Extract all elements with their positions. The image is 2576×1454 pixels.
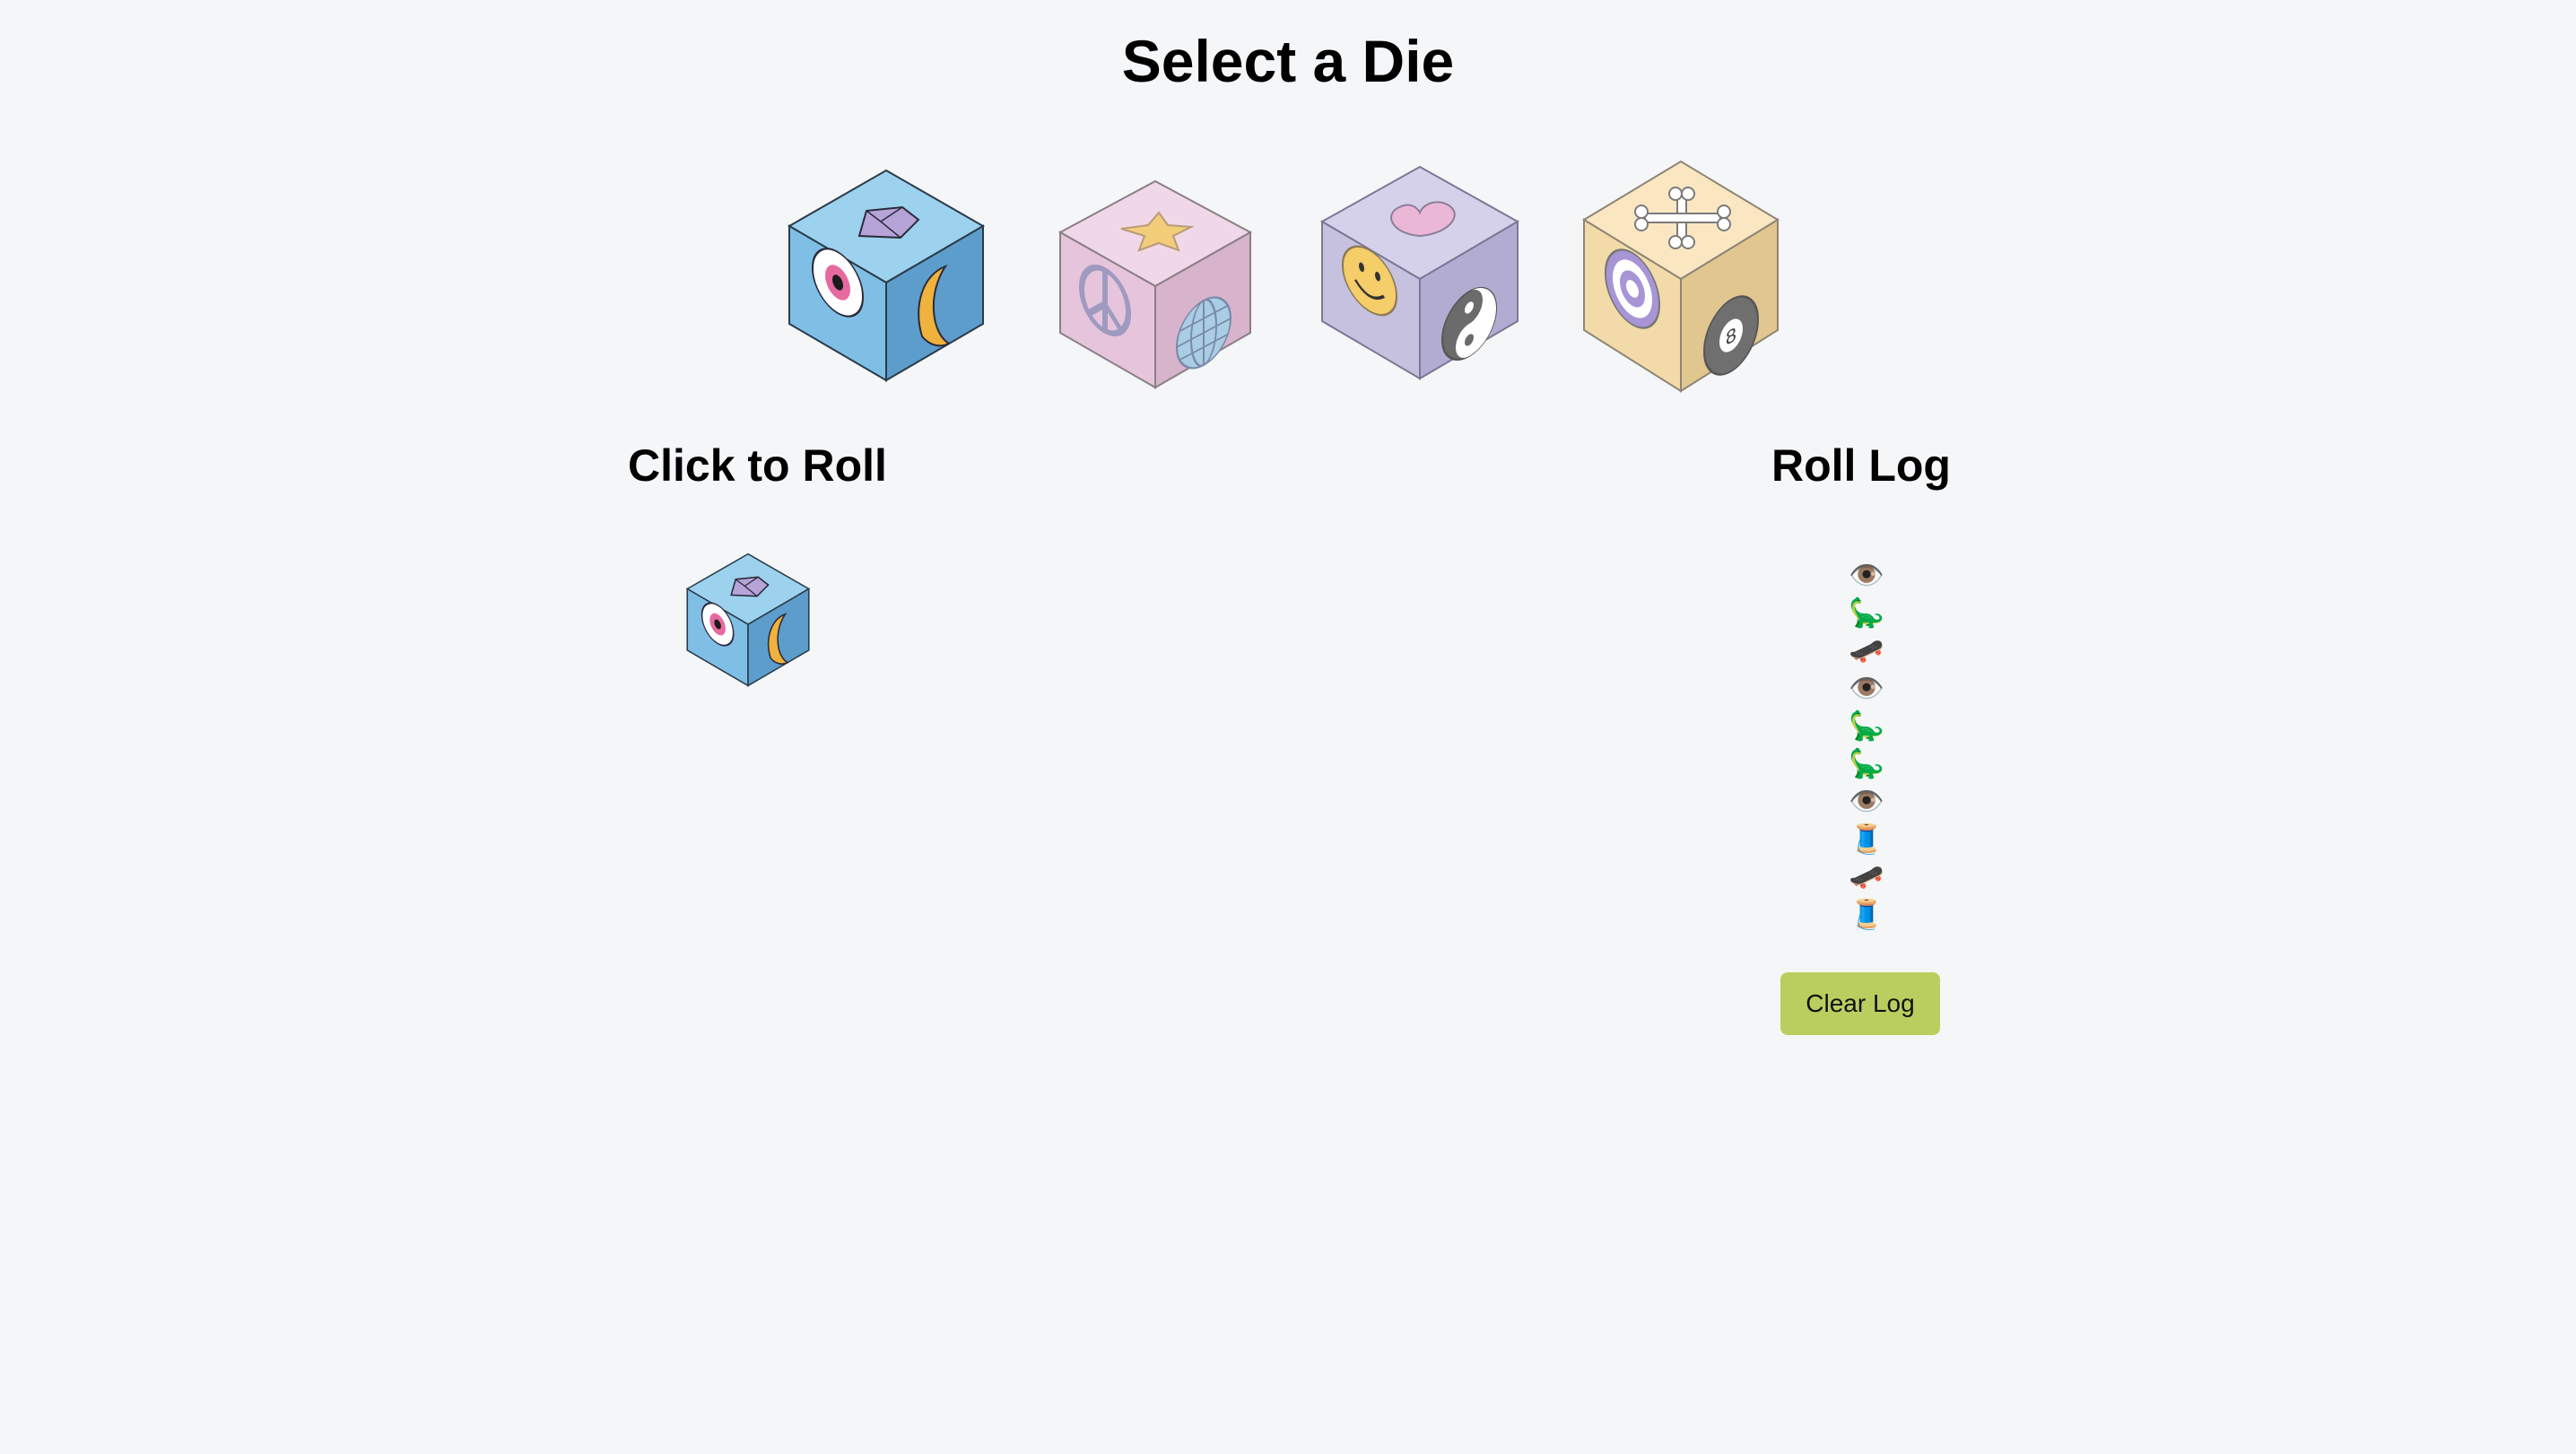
log-entry: 👁️ [1849, 559, 1884, 591]
roll-log-list: 👁️ 🦕 🛹 👁️ 🦕 🦕 👁️ 🧵 🛹 🧵 [1826, 556, 1907, 933]
roll-die-button[interactable] [685, 549, 811, 695]
log-entry: 🦕 [1849, 596, 1884, 629]
log-entry: 🦕 [1849, 710, 1884, 742]
die-option-lavender[interactable] [1320, 164, 1519, 381]
dice-roller-page: Select a Die 8 Click to Roll Roll Log 👁️… [0, 0, 2576, 1454]
log-entry: 🛹 [1849, 860, 1884, 892]
log-entry: 👁️ [1849, 672, 1884, 704]
roll-section-title: Click to Roll [628, 440, 887, 491]
log-section-title: Roll Log [1771, 440, 1951, 491]
die-option-pink[interactable] [1058, 178, 1252, 390]
page-title: Select a Die [1121, 28, 1455, 94]
log-entry: 🦕 [1849, 747, 1884, 779]
clear-log-button[interactable]: Clear Log [1780, 972, 1940, 1035]
log-entry: 👁️ [1849, 785, 1884, 817]
log-entry: 🛹 [1849, 634, 1884, 666]
die-selector: 8 [0, 157, 2576, 408]
log-entry: 🧵 [1849, 823, 1884, 855]
die-option-cream[interactable]: 8 [1582, 160, 1780, 395]
die-option-blue[interactable] [788, 168, 985, 383]
log-entry: 🧵 [1849, 898, 1884, 930]
